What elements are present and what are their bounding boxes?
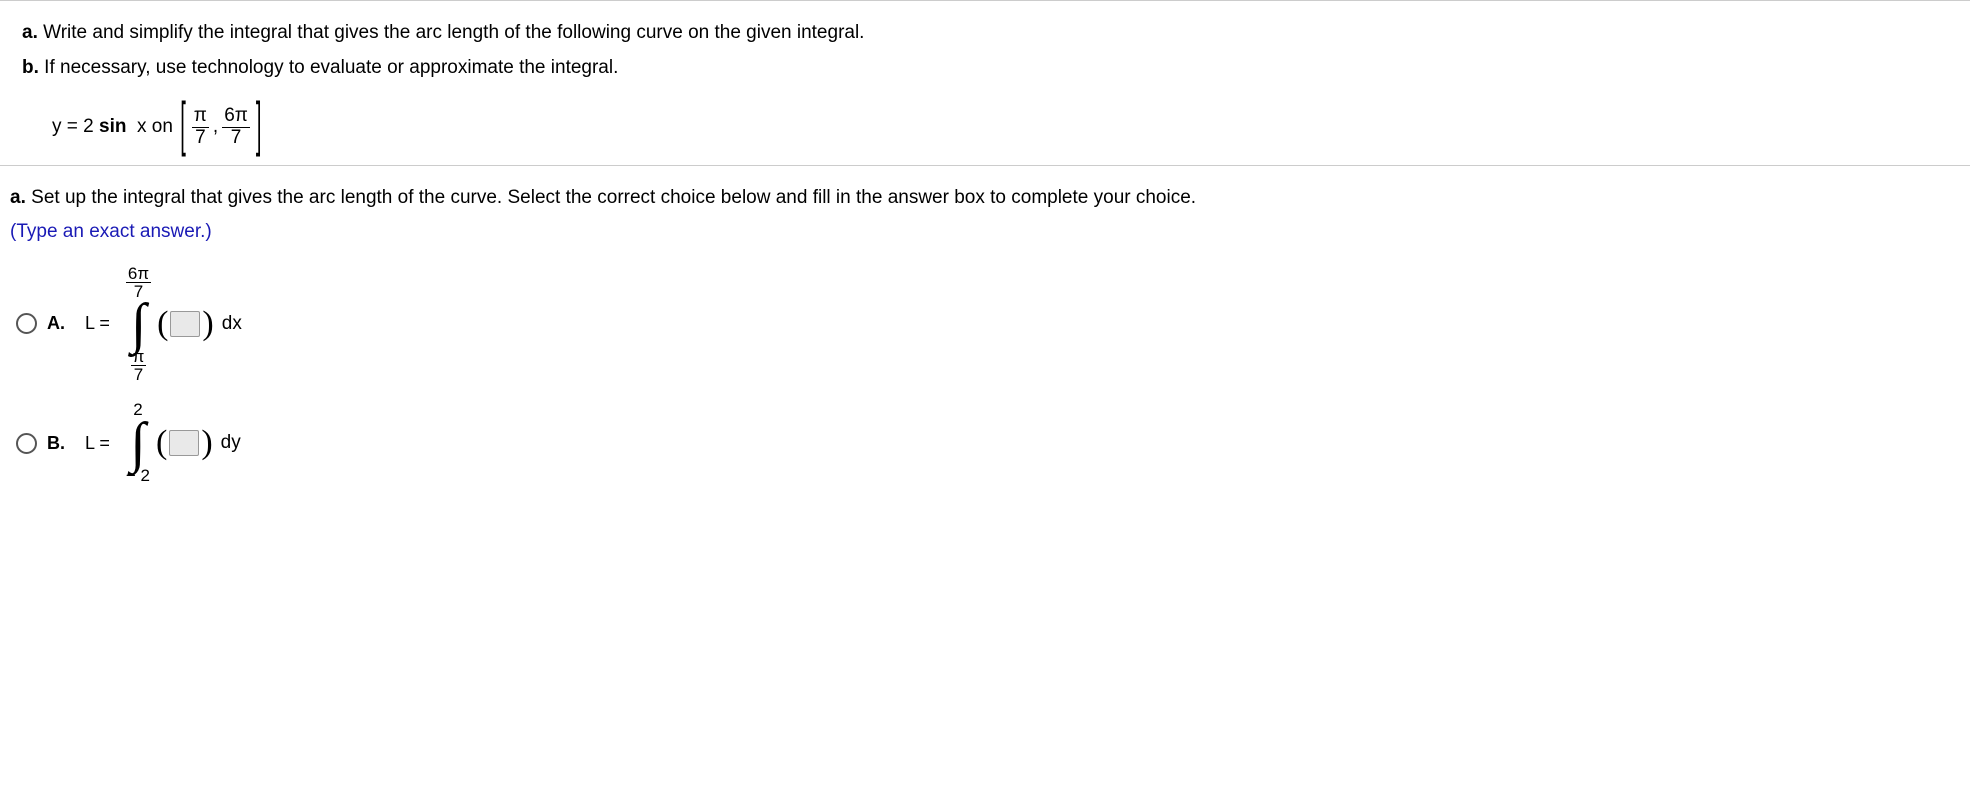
- choice-a-label: A. L =: [47, 313, 110, 334]
- part-b-label: b.: [22, 57, 39, 78]
- eq-rhs: x on: [137, 116, 173, 138]
- integral-symbol-icon: ∫: [130, 419, 145, 467]
- interval-sep: ,: [213, 116, 218, 138]
- integral-b: 2 ∫ − 2 ( ) dy: [120, 401, 241, 486]
- radio-b[interactable]: [16, 433, 37, 454]
- interval-frac2: 6π 7: [222, 106, 250, 149]
- choice-b-label: B. L =: [47, 433, 110, 454]
- part-b-line: b. If necessary, use technology to evalu…: [22, 54, 1948, 83]
- eq-sin: sin: [99, 116, 126, 138]
- right-paren-icon: ): [202, 307, 213, 341]
- integral-a: 6π 7 ∫ π 7 ( ) dx: [120, 265, 242, 383]
- part-a-label: a.: [22, 22, 38, 43]
- question-a-label: a.: [10, 187, 26, 208]
- left-bracket-icon: [: [178, 96, 188, 156]
- left-paren-icon: (: [157, 307, 168, 341]
- int-a-lower: π 7: [131, 348, 147, 383]
- left-paren-icon: (: [156, 426, 167, 460]
- answer-input-b[interactable]: [169, 430, 199, 456]
- integral-b-bounds: 2 ∫ − 2: [126, 401, 150, 486]
- int-b-lower: − 2: [126, 467, 150, 486]
- equation: y = 2 sin x on [ π 7 , 6π 7 ]: [52, 106, 1948, 149]
- part-a-text: Write and simplify the integral that giv…: [43, 22, 864, 43]
- radio-a[interactable]: [16, 313, 37, 334]
- choice-b[interactable]: B. L = 2 ∫ − 2 ( ) dy: [16, 401, 1948, 486]
- integral-symbol-icon: ∫: [131, 300, 146, 348]
- question-a-text: Set up the integral that gives the arc l…: [31, 187, 1196, 208]
- dvar-a: dx: [222, 313, 242, 335]
- problem-statement: a. Write and simplify the integral that …: [0, 0, 1970, 166]
- integral-a-bounds: 6π 7 ∫ π 7: [126, 265, 151, 383]
- part-a-line: a. Write and simplify the integral that …: [22, 19, 1948, 48]
- question-area: a. Set up the integral that gives the ar…: [0, 166, 1970, 520]
- interval-frac1: π 7: [192, 106, 209, 149]
- part-b-text: If necessary, use technology to evaluate…: [44, 57, 618, 78]
- choice-a[interactable]: A. L = 6π 7 ∫ π 7 ( ): [16, 265, 1948, 383]
- eq-lhs: y = 2: [52, 116, 94, 138]
- question-a-line: a. Set up the integral that gives the ar…: [10, 184, 1948, 213]
- dvar-b: dy: [221, 432, 241, 454]
- right-bracket-icon: ]: [254, 96, 264, 156]
- answer-input-a[interactable]: [170, 311, 200, 337]
- right-paren-icon: ): [201, 426, 212, 460]
- hint-text: (Type an exact answer.): [10, 218, 1948, 247]
